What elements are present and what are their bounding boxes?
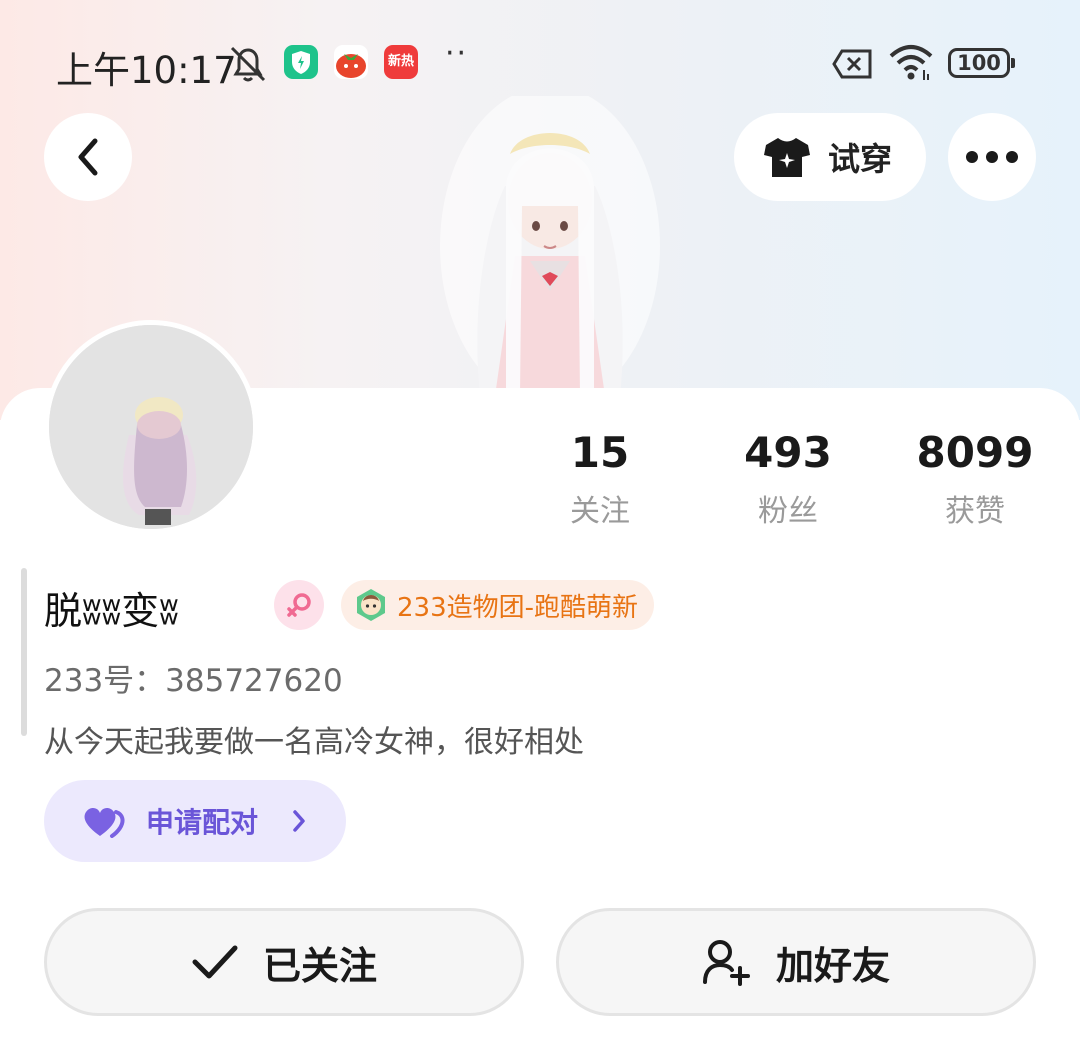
mute-bell-icon bbox=[230, 46, 266, 82]
more-dots-icon bbox=[966, 151, 1018, 163]
tshirt-icon bbox=[764, 138, 810, 177]
battery-indicator: 100 bbox=[948, 48, 1015, 78]
try-on-button[interactable]: 试穿 bbox=[734, 113, 926, 201]
profile-bio: 从今天起我要做一名高冷女神，很好相处 bbox=[44, 725, 584, 760]
creator-badge-icon bbox=[357, 589, 385, 621]
add-friend-button[interactable]: 加好友 bbox=[556, 908, 1036, 1016]
female-gender-badge bbox=[274, 580, 324, 630]
news-app-icon: 新热 bbox=[384, 45, 418, 79]
stat-following-label: 关注 bbox=[570, 494, 630, 529]
stat-fans-label: 粉丝 bbox=[758, 494, 818, 529]
avatar-image bbox=[49, 325, 253, 529]
more-options-button[interactable] bbox=[948, 113, 1036, 201]
user-id: 233号：385727620 bbox=[44, 663, 343, 699]
chevron-left-icon bbox=[78, 138, 98, 176]
status-time: 上午10:17 bbox=[56, 49, 237, 92]
avatar-3d-figure bbox=[440, 96, 660, 396]
stat-following-value: 15 bbox=[570, 428, 630, 477]
wifi-icon bbox=[889, 45, 933, 80]
no-sim-icon bbox=[832, 49, 872, 79]
back-button[interactable] bbox=[44, 113, 132, 201]
double-heart-icon bbox=[84, 807, 125, 838]
security-app-icon bbox=[284, 45, 318, 79]
tomato-app-icon bbox=[334, 45, 368, 79]
stat-following[interactable]: 15 关注 bbox=[520, 428, 680, 530]
chevron-right-icon bbox=[293, 810, 305, 832]
stat-likes-label: 获赞 bbox=[945, 494, 1005, 529]
apply-pair-button[interactable]: 申请配对 bbox=[44, 780, 346, 862]
more-notifications-dots: ·· bbox=[445, 36, 469, 71]
stat-fans[interactable]: 493 粉丝 bbox=[708, 428, 868, 530]
stat-likes[interactable]: 8099 获赞 bbox=[895, 428, 1055, 530]
checkmark-icon bbox=[192, 945, 238, 979]
stat-fans-value: 493 bbox=[744, 428, 832, 477]
creator-tag-label: 233造物团-跑酷萌新 bbox=[397, 592, 639, 623]
stat-likes-value: 8099 bbox=[916, 428, 1034, 477]
status-bar: 上午10:17 新热 ·· 100 bbox=[0, 30, 1080, 96]
followed-button[interactable]: 已关注 bbox=[44, 908, 524, 1016]
scroll-indicator bbox=[21, 568, 27, 736]
apply-pair-label: 申请配对 bbox=[146, 806, 259, 839]
followed-label: 已关注 bbox=[262, 943, 377, 988]
try-on-label: 试穿 bbox=[828, 140, 893, 178]
add-friend-label: 加好友 bbox=[775, 943, 890, 988]
female-icon bbox=[287, 593, 311, 617]
add-friend-icon bbox=[702, 940, 750, 986]
avatar[interactable] bbox=[44, 320, 258, 534]
creator-tag[interactable]: 233造物团-跑酷萌新 bbox=[341, 580, 655, 630]
profile-name: 脱ʬʬ变ʬ bbox=[44, 589, 179, 633]
